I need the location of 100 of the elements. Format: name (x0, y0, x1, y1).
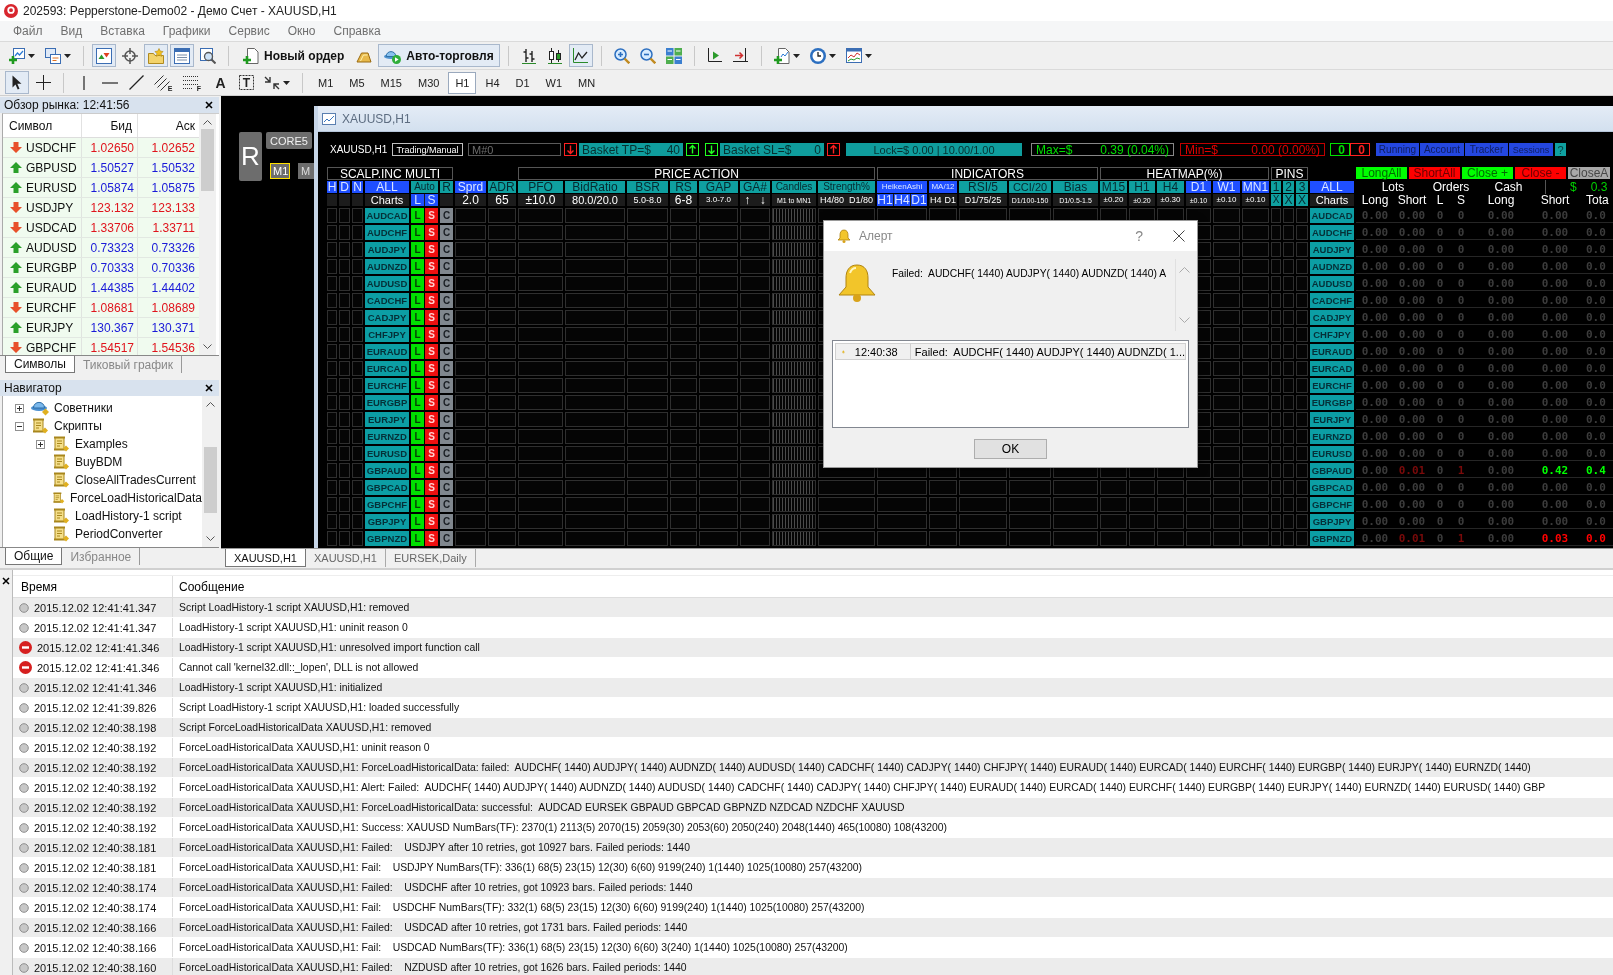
short-button[interactable]: S (425, 446, 438, 461)
timeframe-button[interactable]: H1 (448, 71, 477, 94)
timeframe-button[interactable]: MN (571, 71, 603, 94)
close-trade-button[interactable]: C (440, 293, 453, 308)
menu-item[interactable]: Файл (4, 22, 52, 40)
chart-button[interactable]: CADJPY (1310, 310, 1354, 325)
scrollbar-thumb[interactable] (204, 447, 217, 513)
tree-item[interactable]: Examples (75, 437, 128, 451)
chart-tab[interactable]: XAUUSD,H1 (305, 549, 386, 567)
minus-box-icon[interactable] (15, 421, 24, 431)
long-button[interactable]: L (411, 446, 424, 461)
symbol-button[interactable]: GBPAUD (365, 463, 409, 478)
panel-tab[interactable]: Символы (5, 356, 75, 373)
long-button[interactable]: L (411, 361, 424, 376)
long-button[interactable]: L (411, 514, 424, 529)
timeframe-button[interactable]: W1 (538, 71, 570, 94)
toolbar-button[interactable]: Новый ордер (237, 44, 351, 67)
symbol-button[interactable]: EURUSD (365, 446, 409, 461)
chart-button[interactable]: AUDCAD (1310, 208, 1354, 223)
action-button[interactable]: ShortAll (1409, 167, 1460, 179)
short-button[interactable]: S (425, 259, 438, 274)
column-header[interactable]: Auto (411, 181, 438, 193)
short-button[interactable]: S (425, 242, 438, 257)
chart-button[interactable]: EURJPY (1310, 412, 1354, 427)
close-trade-button[interactable]: C (440, 412, 453, 427)
column-header[interactable]: H4 (1157, 181, 1184, 193)
close-icon[interactable] (1173, 230, 1185, 242)
close-trade-button[interactable]: C (440, 395, 453, 410)
symbol-button[interactable]: AUDJPY (365, 242, 409, 257)
column-header[interactable]: HeikenAshi (877, 181, 927, 193)
long-button[interactable]: L (411, 276, 424, 291)
timeframe-button[interactable]: M15 (373, 71, 409, 94)
column-header[interactable]: 3 (1296, 181, 1308, 193)
period-button[interactable]: M1 (270, 163, 290, 179)
quote-row[interactable]: AUDUSD 0.73323 0.73326 (3, 238, 199, 258)
column-header[interactable]: 1 (1271, 181, 1281, 193)
chart-button[interactable]: EURCHF (1310, 378, 1354, 393)
ok-button[interactable]: OK (974, 439, 1047, 459)
timeframe-button[interactable]: M30 (410, 71, 447, 94)
menu-item[interactable]: Справка (324, 22, 390, 40)
column-header[interactable]: H1 (1129, 181, 1155, 193)
menu-item[interactable]: Вид (51, 22, 92, 40)
close-trade-button[interactable]: C (440, 225, 453, 240)
column-header[interactable]: 2 (1283, 181, 1294, 193)
quote-row[interactable]: EURUSD 1.05874 1.05875 (3, 178, 199, 198)
symbol-button[interactable]: AUDCAD (365, 208, 409, 223)
symbol-button[interactable]: GBPCAD (365, 480, 409, 495)
timeframe-button[interactable]: M5 (342, 71, 372, 94)
chart-button[interactable]: CADCHF (1310, 293, 1354, 308)
symbol-button[interactable]: EURCAD (365, 361, 409, 376)
chart-button[interactable]: EURNZD (1310, 429, 1354, 444)
quote-row[interactable]: USDJPY 123.132 123.133 (3, 198, 199, 218)
menu-item[interactable]: Сервис (219, 22, 279, 40)
column-header[interactable]: MA/12 (929, 181, 957, 193)
close-icon[interactable] (205, 384, 213, 392)
timeframe-button[interactable]: H4 (478, 71, 507, 94)
long-button[interactable]: L (411, 412, 424, 427)
panel-tab[interactable]: Избранное (62, 548, 141, 565)
short-button[interactable]: S (425, 293, 438, 308)
chart-button[interactable]: GBPAUD (1310, 463, 1354, 478)
symbol-button[interactable]: AUDCHF (365, 225, 409, 240)
column-header[interactable]: D1 (1186, 181, 1211, 193)
quote-row[interactable]: USDCHF 1.02650 1.02652 (3, 138, 199, 158)
column-header[interactable]: ALL (365, 181, 409, 193)
column-header[interactable]: PFO (518, 181, 563, 193)
close-trade-button[interactable]: C (440, 208, 453, 223)
long-button[interactable]: L (411, 242, 424, 257)
short-button[interactable]: S (425, 480, 438, 495)
long-button[interactable]: L (411, 327, 424, 342)
menu-item[interactable]: Окно (278, 22, 325, 40)
column-header[interactable]: Bias (1053, 181, 1098, 193)
scroll-down-icon[interactable] (203, 344, 212, 349)
basket-field[interactable]: Basket SL=$ 0 (720, 143, 824, 156)
column-header[interactable]: GA# (740, 181, 770, 193)
tree-item[interactable]: Советники (54, 401, 113, 415)
long-button[interactable]: L (411, 293, 424, 308)
refresh-button[interactable]: R (239, 132, 262, 181)
short-button[interactable]: S (425, 276, 438, 291)
chart-button[interactable]: EURUSD (1310, 446, 1354, 461)
plus-box-icon[interactable] (15, 403, 24, 413)
column-header[interactable]: ADR (488, 181, 516, 193)
core-button[interactable]: CORE5 (266, 132, 312, 149)
close-trade-button[interactable]: C (440, 344, 453, 359)
symbol-button[interactable]: CADJPY (365, 310, 409, 325)
timeframe-button[interactable]: D1 (508, 71, 537, 94)
quote-row[interactable]: EURGBP 0.70333 0.70336 (3, 258, 199, 278)
action-button[interactable]: Close - (1515, 167, 1566, 179)
chart-button[interactable]: AUDUSD (1310, 276, 1354, 291)
long-button[interactable]: L (411, 395, 424, 410)
panel-tab[interactable]: Общие (5, 548, 63, 565)
chart-button[interactable]: GBPCHF (1310, 497, 1354, 512)
long-button[interactable]: L (411, 429, 424, 444)
chart-button[interactable]: AUDCHF (1310, 225, 1354, 240)
quote-row[interactable]: EURJPY 130.367 130.371 (3, 318, 199, 338)
long-button[interactable]: L (411, 259, 424, 274)
chart-button[interactable]: GBPCAD (1310, 480, 1354, 495)
magic-field[interactable]: M#0 (468, 143, 561, 156)
column-header[interactable]: Сообщение (173, 576, 245, 597)
panel-tab[interactable]: Тиковый график (74, 356, 183, 373)
close-icon[interactable] (205, 101, 213, 109)
